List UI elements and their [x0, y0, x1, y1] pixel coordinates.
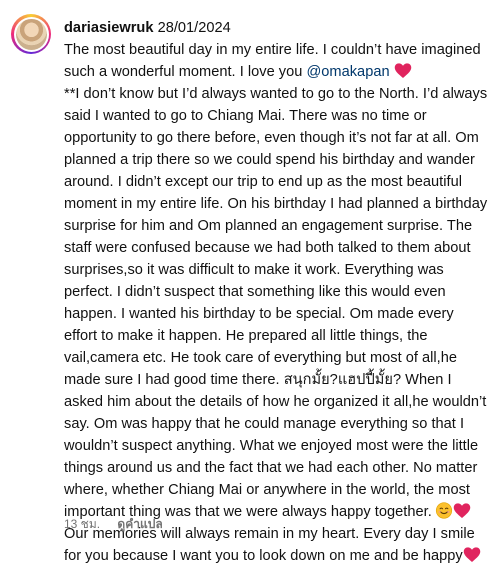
comment-body: dariasiewruk 28/01/2024 The most beautif… — [64, 17, 489, 567]
comment-timestamp: 13 ชม. — [64, 517, 101, 531]
profile-photo — [15, 18, 47, 50]
comment-date: 28/01/2024 — [157, 20, 231, 36]
see-translation-link[interactable]: ดูคำแปล — [117, 517, 162, 531]
comment: dariasiewruk 28/01/2024 The most beautif… — [0, 0, 495, 564]
avatar[interactable] — [11, 14, 51, 54]
smiling-face-icon — [435, 502, 452, 519]
username[interactable]: dariasiewruk — [64, 20, 153, 36]
red-heart-icon — [453, 503, 471, 518]
comment-header: dariasiewruk 28/01/2024 — [64, 17, 489, 39]
red-heart-icon — [394, 63, 411, 78]
red-heart-icon — [463, 547, 480, 562]
comment-text-part-1: The most beautiful day in my entire life… — [64, 42, 485, 80]
comment-text-part-2: **I don’t know but I’d always wanted to … — [64, 86, 488, 520]
comment-text: The most beautiful day in my entire life… — [64, 39, 489, 567]
mention-link[interactable]: @omakapan — [306, 64, 389, 80]
comment-footer: 13 ชม. ดูคำแปล — [64, 515, 163, 534]
